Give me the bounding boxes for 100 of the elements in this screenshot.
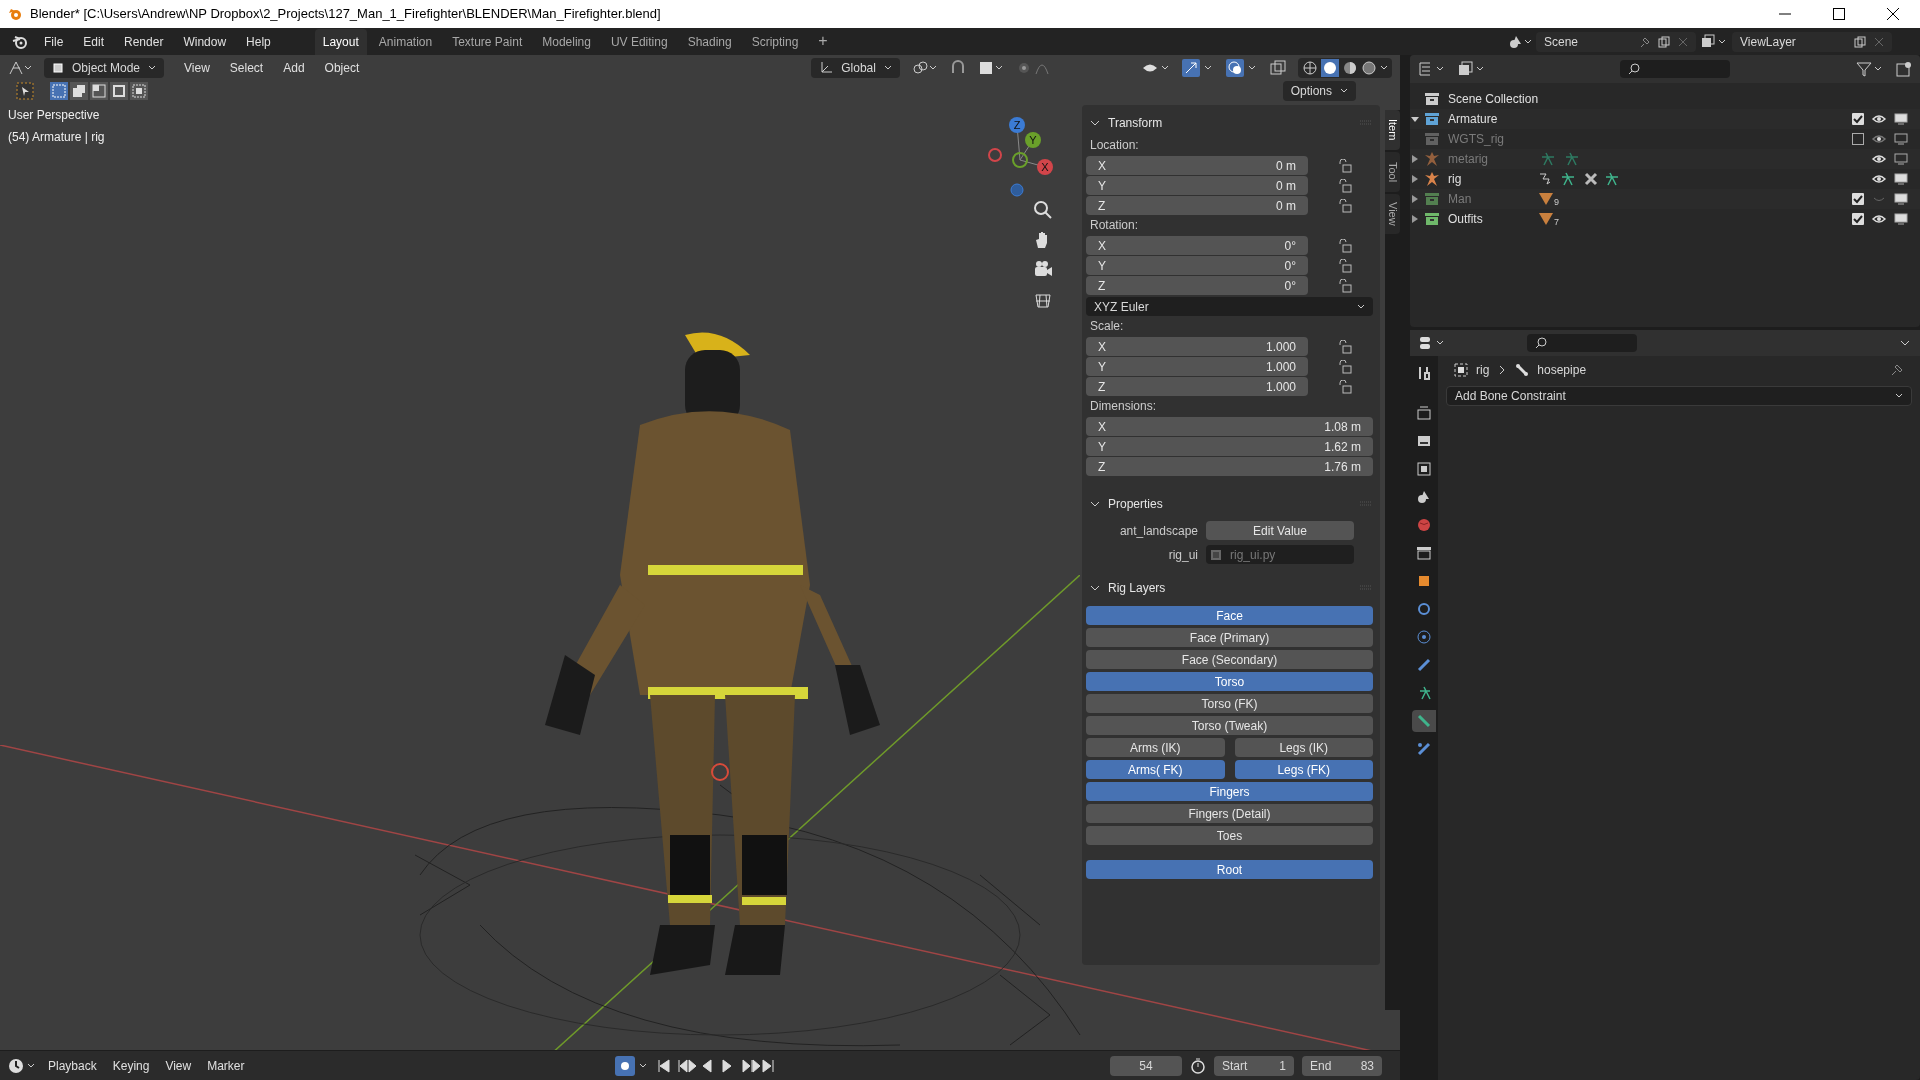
unlocked-icon[interactable] [1338,198,1352,213]
number-field[interactable]: Y 0° [1086,256,1308,275]
file-field[interactable]: rig_ui.py [1206,545,1354,564]
editor-type-icon[interactable] [8,59,32,76]
add-workspace-button[interactable]: + [810,28,836,55]
unlocked-icon[interactable] [1338,278,1352,293]
editor-type-icon[interactable] [8,1057,36,1074]
collapsed-arrow-icon[interactable] [1410,214,1420,224]
rig-layer-toggle[interactable]: Torso [1086,672,1373,691]
start-frame-field[interactable]: Start 1 [1214,1055,1294,1076]
workspace-tab[interactable]: Modeling [534,28,599,55]
search-field[interactable] [1527,334,1637,352]
unlocked-icon[interactable] [1338,379,1352,394]
unlocked-icon[interactable] [1338,158,1352,173]
new-collection-icon[interactable] [1896,61,1912,77]
orientation-dropdown[interactable]: Global [811,57,900,78]
menu-item[interactable]: Object [316,58,368,77]
options-dropdown[interactable]: Options [1282,81,1356,101]
menu-item[interactable]: Render [116,29,172,54]
menu-item[interactable]: Add [275,58,313,77]
number-field[interactable]: X 1.08 m [1086,417,1373,436]
number-field[interactable]: Z 1.000 [1086,377,1308,396]
expanded-arrow-icon[interactable] [1410,114,1420,124]
menu-item[interactable]: View [161,1056,196,1075]
sidebar-tab[interactable]: Tool [1385,152,1400,192]
pin-icon[interactable] [1890,363,1904,377]
workspace-tab[interactable]: Scripting [743,28,807,55]
collapsed-arrow-icon[interactable] [1410,174,1420,184]
outliner-item-label[interactable]: rig [1448,170,1538,188]
copy-icon[interactable] [1854,35,1866,48]
rig-layer-toggle[interactable]: Arms( FK) [1086,760,1225,779]
eye-icon[interactable] [1872,213,1886,225]
overlays-icon[interactable] [1226,58,1258,77]
breadcrumb-item[interactable]: rig [1476,361,1490,379]
rig-layer-toggle[interactable]: Arms (IK) [1086,738,1225,757]
eye-icon[interactable] [1872,133,1886,145]
menu-item[interactable]: Marker [203,1056,249,1075]
number-field[interactable]: Z 0° [1086,276,1308,295]
rig-layer-toggle[interactable]: Torso (FK) [1086,694,1373,713]
playback-controls-drawing[interactable] [656,1058,775,1073]
material-shading-icon[interactable] [1342,59,1358,76]
unlocked-icon[interactable] [1338,238,1352,253]
number-field[interactable]: Y 1.62 m [1086,437,1373,456]
panel-header[interactable]: Transform [1086,111,1376,135]
edit-value-button[interactable]: Edit Value [1206,521,1354,540]
pivot-icon[interactable] [911,59,938,76]
blender-logo-icon[interactable] [12,34,28,49]
workspace-tab[interactable]: Shading [679,28,740,55]
select-tool-icon[interactable] [16,82,34,100]
record-icon[interactable] [614,1055,649,1076]
outliner-item-label[interactable]: Armature [1448,110,1538,128]
sidebar-tab[interactable]: View [1385,194,1400,234]
menu-item[interactable]: View [176,58,218,77]
end-frame-field[interactable]: End 83 [1302,1055,1382,1076]
menu-item[interactable]: Window [175,29,235,54]
monitor-icon[interactable] [1894,193,1908,205]
eye-icon[interactable] [1872,153,1886,165]
workspace-tab[interactable]: Layout [314,28,367,55]
checked-checkbox-icon[interactable] [1852,193,1864,205]
select-invert-icon[interactable] [110,82,128,100]
panel-header[interactable]: Rig Layers [1086,576,1376,600]
workspace-tab[interactable]: Animation [370,28,441,55]
copy-icon[interactable] [1658,35,1670,48]
select-intersect-icon[interactable] [130,82,148,100]
filter-icon[interactable] [1856,61,1884,77]
unlocked-icon[interactable] [1338,178,1352,193]
maximize-icon[interactable] [1832,7,1846,21]
collapsed-arrow-icon[interactable] [1410,194,1420,204]
rig-layer-toggle[interactable]: Root [1086,860,1373,879]
view-layer-field[interactable]: ViewLayer [1732,31,1892,52]
workspace-tab[interactable]: Texture Paint [444,28,531,55]
gizmo-toggle-icon[interactable] [1182,58,1214,77]
rig-layer-toggle[interactable]: Legs (FK) [1234,760,1373,779]
checkbox-icon[interactable] [1852,133,1864,145]
select-extend-icon[interactable] [70,82,88,100]
rig-layer-toggle[interactable]: Face (Secondary) [1086,650,1373,669]
number-field[interactable]: Z 1.76 m [1086,457,1373,476]
menu-item[interactable]: Edit [75,29,113,54]
workspace-tab[interactable]: UV Editing [602,28,676,55]
rendered-shading-icon[interactable] [1361,59,1377,76]
display-mode-icon[interactable] [1458,61,1486,77]
caret-icon[interactable] [1380,64,1388,71]
rig-layer-toggle[interactable]: Face (Primary) [1086,628,1373,647]
rig-layer-toggle[interactable]: Face [1086,606,1373,625]
scene-field[interactable]: Scene [1536,31,1696,52]
navigation-gizmo-drawing[interactable]: Z Y X [975,115,1065,205]
sidebar-tab[interactable]: Item [1385,110,1400,150]
panel-header[interactable]: Properties [1086,492,1376,516]
menu-item[interactable]: Playback [44,1056,101,1075]
eye-icon[interactable] [1872,113,1886,125]
zoom-icon[interactable] [1033,200,1053,220]
number-field[interactable]: Z 0 m [1086,196,1308,215]
xray-icon[interactable] [1270,59,1286,76]
current-frame-field[interactable]: 54 [1110,1055,1182,1076]
unlocked-icon[interactable] [1338,258,1352,273]
number-field[interactable]: Y 0 m [1086,176,1308,195]
view-layer-icon[interactable] [1700,33,1728,50]
close-icon[interactable] [1886,7,1900,21]
monitor-icon[interactable] [1894,173,1908,185]
select-subtract-icon[interactable] [90,82,108,100]
